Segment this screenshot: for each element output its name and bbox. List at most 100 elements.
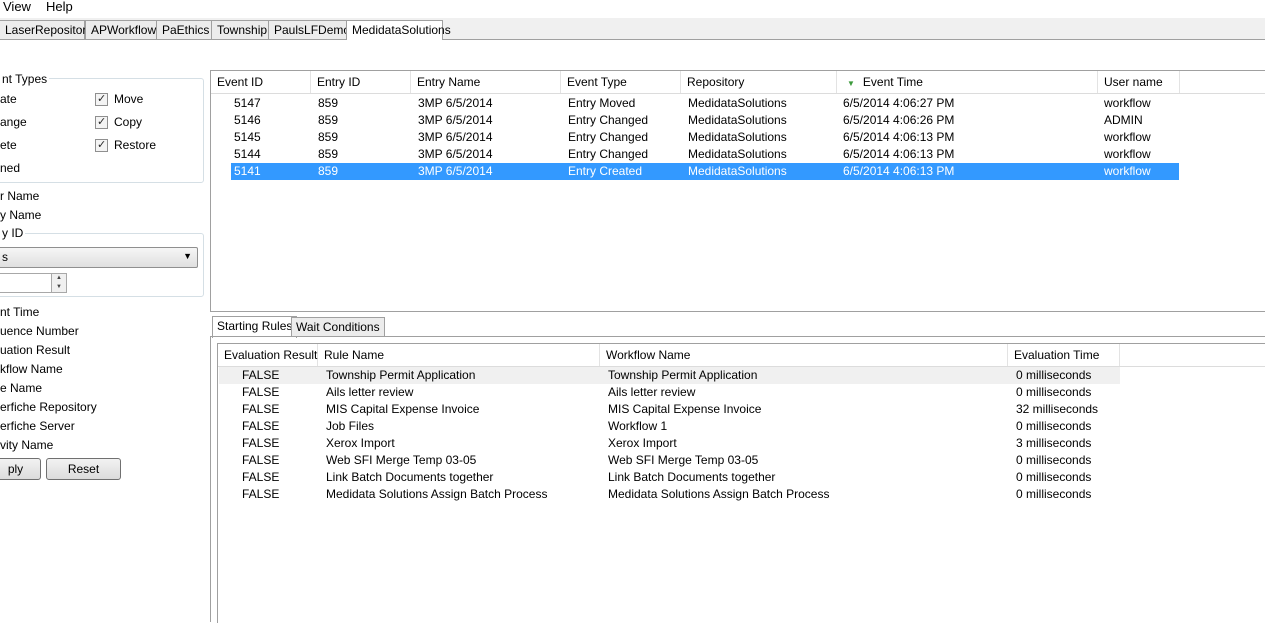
spin-down-icon[interactable]: ▼ <box>51 283 66 292</box>
entry-id-spinner[interactable]: ▲ ▼ <box>0 273 67 293</box>
entry-id-operator-select[interactable]: s ▼ <box>0 247 198 268</box>
rule-cell: 0 milliseconds <box>1016 419 1092 433</box>
col-evaluation-time[interactable]: Evaluation Time <box>1008 344 1120 366</box>
rule-cell: Ails letter review <box>608 385 696 399</box>
tab-paethics[interactable]: PaEthics <box>156 20 212 39</box>
event-row[interactable]: 5144 859 3MP 6/5/2014 Entry Changed Medidata… <box>231 146 1179 163</box>
filter-event-time[interactable]: nt Time <box>0 304 39 320</box>
event-row[interactable]: 5141 859 3MP 6/5/2014 Entry Created Medidata… <box>231 163 1179 180</box>
sort-descending-icon: ▼ <box>847 79 855 88</box>
rule-cell: 0 milliseconds <box>1016 385 1092 399</box>
col-rule-name[interactable]: Rule Name <box>318 344 600 366</box>
rule-cell: MIS Capital Expense Invoice <box>608 402 762 416</box>
rule-cell: FALSE <box>242 436 280 450</box>
col-evaluation-result[interactable]: Evaluation Result <box>218 344 318 366</box>
col-entry-id[interactable]: Entry ID <box>311 71 411 93</box>
rule-cell: Medidata Solutions Assign Batch Process <box>326 487 548 501</box>
event-cell: 859 <box>318 96 339 110</box>
filter-entry-name[interactable]: y Name <box>0 207 41 223</box>
restore-checkbox[interactable]: ✓ <box>95 139 108 152</box>
menu-bar: View Help <box>0 0 1265 18</box>
col-event-type[interactable]: Event Type <box>561 71 681 93</box>
dropdown-arrow-icon: ▼ <box>183 251 192 261</box>
event-cell: 5146 <box>234 113 261 127</box>
rules-grid: Evaluation Result Rule Name Workflow Nam… <box>217 343 1265 623</box>
tab-wait-conditions[interactable]: Wait Conditions <box>291 317 385 337</box>
rule-row[interactable]: FALSE Medidata Solutions Assign Batch Pro… <box>219 486 1120 503</box>
rule-cell: Workflow 1 <box>608 419 668 433</box>
rule-row[interactable]: FALSE Township Permit Application Township… <box>219 367 1120 384</box>
filter-user-name[interactable]: r Name <box>0 188 39 204</box>
event-cell: 3MP 6/5/2014 <box>418 164 493 178</box>
event-row[interactable]: 5147 859 3MP 6/5/2014 Entry Moved MedidataSo… <box>231 95 1179 112</box>
col-user-name[interactable]: User name <box>1098 71 1180 93</box>
filter-change-label[interactable]: ange <box>0 114 27 130</box>
copy-checkbox[interactable]: ✓ <box>95 116 108 129</box>
rule-cell: Web SFI Merge Temp 03-05 <box>608 453 759 467</box>
rule-cell: 0 milliseconds <box>1016 470 1092 484</box>
filter-laserfiche-server[interactable]: erfiche Server <box>0 418 75 434</box>
event-cell: 3MP 6/5/2014 <box>418 147 493 161</box>
col-event-id[interactable]: Event ID <box>211 71 311 93</box>
event-row[interactable]: 5146 859 3MP 6/5/2014 Entry Changed Medidata… <box>231 112 1179 129</box>
event-cell: Entry Moved <box>568 96 636 110</box>
checkmark-icon: ✓ <box>97 93 107 105</box>
event-cell: workflow <box>1104 164 1151 178</box>
rules-grid-header: Evaluation Result Rule Name Workflow Nam… <box>218 344 1265 367</box>
rule-cell: FALSE <box>242 419 280 433</box>
rule-cell: FALSE <box>242 487 280 501</box>
filter-sequence-number[interactable]: uence Number <box>0 323 79 339</box>
rule-row[interactable]: FALSE Link Batch Documents together Link B… <box>219 469 1120 486</box>
spin-up-icon[interactable]: ▲ <box>51 274 66 283</box>
filter-create-label[interactable]: ate <box>0 91 17 107</box>
rule-row[interactable]: FALSE Ails letter review Ails letter revie… <box>219 384 1120 401</box>
event-types-title: nt Types <box>0 72 50 86</box>
event-cell: 5144 <box>234 147 261 161</box>
menu-view[interactable]: View <box>0 0 35 14</box>
col-workflow-name[interactable]: Workflow Name <box>600 344 1008 366</box>
filter-activity-name[interactable]: vity Name <box>0 437 53 453</box>
rule-row[interactable]: FALSE Job Files Workflow 1 0 milliseconds <box>219 418 1120 435</box>
filter-delete-label[interactable]: ete <box>0 137 17 153</box>
tab-paulslfdemo[interactable]: PaulsLFDemo <box>268 20 350 39</box>
event-cell: Entry Created <box>568 164 643 178</box>
detail-tabs: Starting Rules Wait Conditions <box>210 316 1265 338</box>
filter-rule-name[interactable]: e Name <box>0 380 42 396</box>
filter-evaluation-result[interactable]: uation Result <box>0 342 70 358</box>
col-entry-name[interactable]: Entry Name <box>411 71 561 93</box>
filter-laserfiche-repository[interactable]: erfiche Repository <box>0 399 97 415</box>
rule-row[interactable]: FALSE MIS Capital Expense Invoice MIS Capi… <box>219 401 1120 418</box>
move-checkbox[interactable]: ✓ <box>95 93 108 106</box>
event-cell: workflow <box>1104 130 1151 144</box>
event-cell: MedidataSolutions <box>688 130 787 144</box>
event-cell: 5147 <box>234 96 261 110</box>
event-cell: 859 <box>318 164 339 178</box>
tab-laserrepository[interactable]: LaserRepository <box>0 20 92 39</box>
rule-row[interactable]: FALSE Web SFI Merge Temp 03-05 Web SFI Mer… <box>219 452 1120 469</box>
tab-starting-rules[interactable]: Starting Rules <box>212 316 298 338</box>
filter-signed-label[interactable]: ned <box>0 160 20 176</box>
event-cell: 5145 <box>234 130 261 144</box>
event-cell: Entry Changed <box>568 130 649 144</box>
rule-cell: Township Permit Application <box>326 368 476 382</box>
tab-medidatasolutions[interactable]: MedidataSolutions <box>346 20 451 40</box>
rule-cell: 32 milliseconds <box>1016 402 1099 416</box>
menu-help[interactable]: Help <box>42 0 77 14</box>
entry-id-operator-value: s <box>2 250 8 264</box>
rule-cell: Medidata Solutions Assign Batch Process <box>608 487 830 501</box>
repository-tab-strip: LaserRepository APWorkflow PaEthics Town… <box>0 18 1265 40</box>
col-event-time[interactable]: ▼ Event Time <box>837 71 1098 93</box>
event-row[interactable]: 5145 859 3MP 6/5/2014 Entry Changed Medidata… <box>231 129 1179 146</box>
tab-apworkflow[interactable]: APWorkflow <box>85 20 157 39</box>
rule-cell: FALSE <box>242 385 280 399</box>
reset-button[interactable]: Reset <box>46 458 121 480</box>
col-repository[interactable]: Repository <box>681 71 837 93</box>
tab-township[interactable]: Township <box>211 20 270 39</box>
col-event-time-label: Event Time <box>862 75 923 89</box>
rule-cell: Link Batch Documents together <box>608 470 776 484</box>
apply-button[interactable]: ply <box>0 458 41 480</box>
rule-cell: FALSE <box>242 368 280 382</box>
filter-workflow-name[interactable]: kflow Name <box>0 361 63 377</box>
rule-row[interactable]: FALSE Xerox Import Xerox Import 3 milliseco… <box>219 435 1120 452</box>
rule-cell: FALSE <box>242 402 280 416</box>
